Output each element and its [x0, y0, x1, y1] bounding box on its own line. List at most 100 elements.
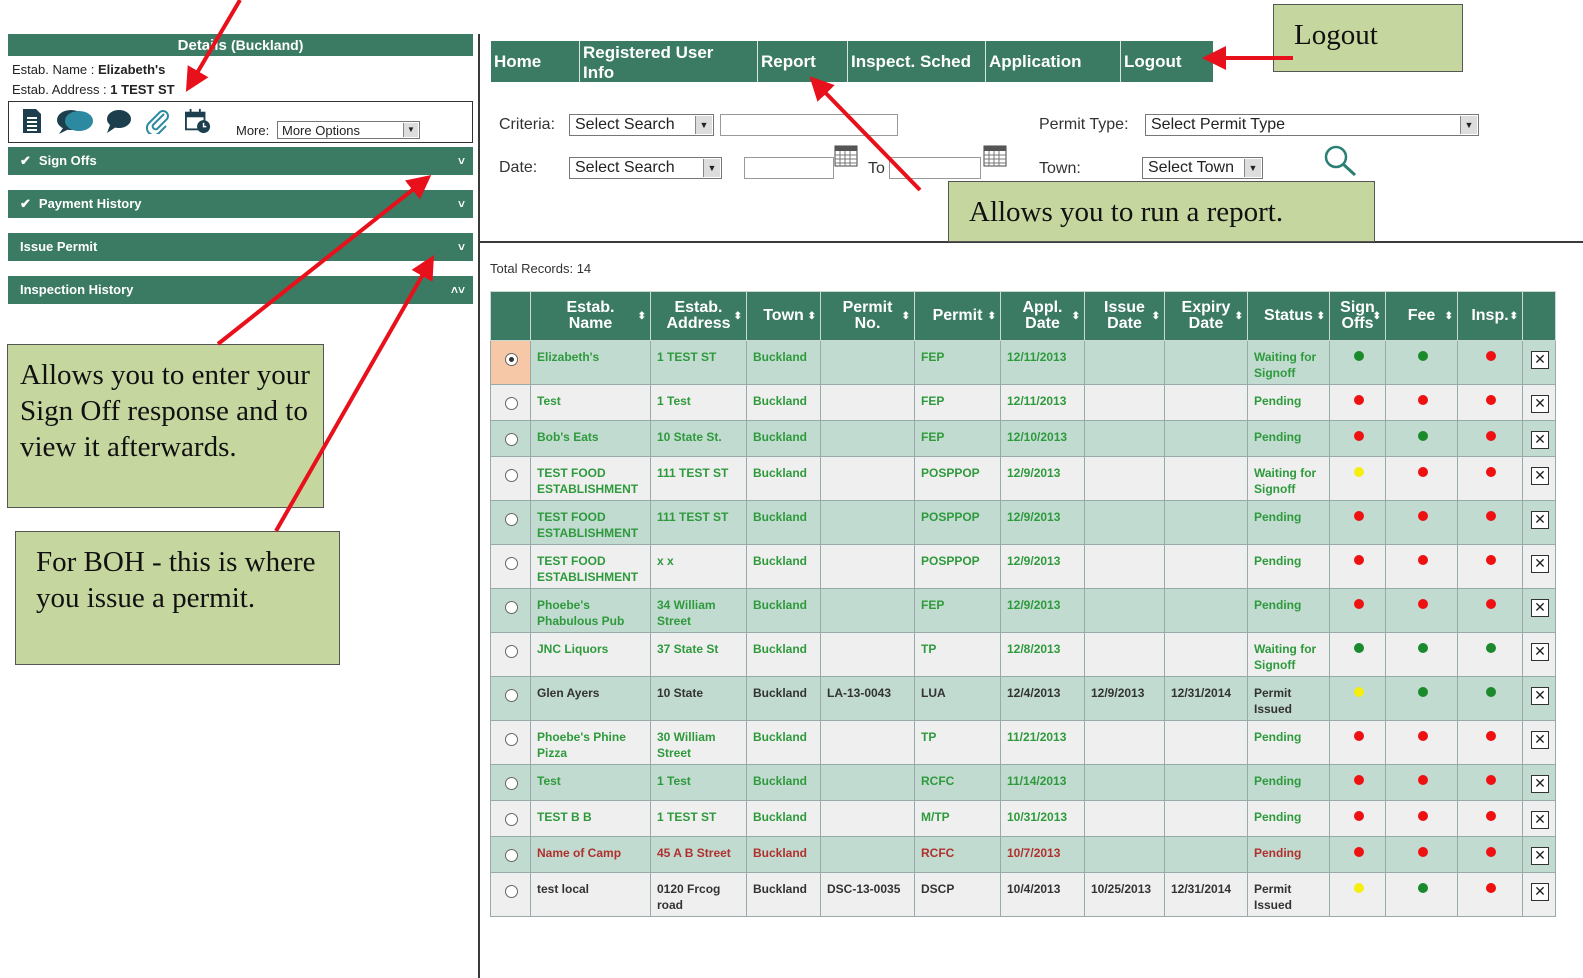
criteria-select[interactable]: Select Search ▼ [569, 114, 714, 136]
table-row[interactable]: TEST FOOD ESTABLISHMENT 111 TEST ST Buckla… [490, 456, 1556, 501]
delete-row-icon[interactable]: ✕ [1531, 883, 1549, 901]
paperclip-icon[interactable] [144, 108, 170, 134]
table-row[interactable]: Test 1 Test Buckland FEP 12/11/2013 Pending ✕ [490, 384, 1556, 421]
row-radio[interactable] [505, 777, 518, 790]
sort-icon: ⬍ [1151, 311, 1160, 322]
delete-row-icon[interactable]: ✕ [1531, 467, 1549, 485]
cell-issue [1084, 836, 1165, 873]
cell-permit-no [820, 836, 915, 873]
cell-appl: 12/4/2013 [1000, 676, 1085, 721]
table-row[interactable]: TEST B B1 TEST ST Buckland M/TP 10/31/2013 P… [490, 800, 1556, 837]
row-radio[interactable] [505, 433, 518, 446]
date-select[interactable]: Select Search ▼ [569, 157, 722, 179]
cell-appl: 10/4/2013 [1000, 872, 1085, 917]
document-icon[interactable] [19, 108, 45, 134]
column-header[interactable]: Appl. Date ⬍ [1000, 291, 1085, 341]
column-header[interactable]: Status ⬍ [1247, 291, 1330, 341]
accordion-sign-offs[interactable]: ✔ Sign Offs ˅ [8, 147, 473, 175]
table-row[interactable]: TEST FOOD ESTABLISHMENT x x Buckland POSPPO… [490, 544, 1556, 589]
delete-row-icon[interactable]: ✕ [1531, 731, 1549, 749]
row-radio[interactable] [505, 513, 518, 526]
cell-expiry [1164, 544, 1248, 589]
delete-row-icon[interactable]: ✕ [1531, 643, 1549, 661]
cell-expiry [1164, 632, 1248, 677]
column-header[interactable]: Permit No. ⬍ [820, 291, 915, 341]
column-header[interactable]: Town ⬍ [746, 291, 821, 341]
date-to-input[interactable] [889, 157, 981, 179]
nav-home[interactable]: Home [491, 41, 580, 82]
row-radio[interactable] [505, 397, 518, 410]
chat-bubbles-icon[interactable] [55, 108, 95, 134]
delete-row-icon[interactable]: ✕ [1531, 847, 1549, 865]
row-select-cell [490, 384, 531, 421]
calendar-icon[interactable] [834, 145, 858, 167]
table-row[interactable]: TEST FOOD ESTABLISHMENT 111 TEST ST Buckla… [490, 500, 1556, 545]
nav-registered-user-info[interactable]: Registered User Info [580, 41, 758, 82]
green-status-dot-icon [1353, 351, 1364, 361]
criteria-input[interactable] [720, 114, 898, 136]
cell-insp-status [1457, 500, 1523, 545]
nav-logout[interactable]: Logout [1121, 41, 1213, 82]
delete-row-icon[interactable]: ✕ [1531, 599, 1549, 617]
column-header[interactable]: Permit ⬍ [914, 291, 1001, 341]
column-header[interactable]: Estab. Name ⬍ [530, 291, 651, 341]
row-radio[interactable] [505, 813, 518, 826]
permit-type-select[interactable]: Select Permit Type ▼ [1145, 114, 1479, 136]
table-row[interactable]: Phoebe's Phine Pizza 30 William Street Buc… [490, 720, 1556, 765]
delete-row-icon[interactable]: ✕ [1531, 775, 1549, 793]
table-row[interactable]: Name of Camp 45 A B Street Buckland RCFC 10/… [490, 836, 1556, 873]
nav-inspect-sched[interactable]: Inspect. Sched [848, 41, 986, 82]
date-from-input[interactable] [744, 157, 834, 179]
row-radio[interactable] [505, 689, 518, 702]
accordion-payment-history[interactable]: ✔ Payment History ˅ [8, 190, 473, 218]
row-radio[interactable] [505, 849, 518, 862]
delete-row-icon[interactable]: ✕ [1531, 555, 1549, 573]
accordion-inspection-history[interactable]: Inspection History ˄˅ [8, 276, 473, 304]
table-row[interactable]: Phoebe's Phabulous Pub 34 William Street B… [490, 588, 1556, 633]
cell-delete: ✕ [1522, 800, 1556, 837]
cell-expiry [1164, 340, 1248, 385]
table-header-row: Estab. Name ⬍ Estab. Address ⬍ Town ⬍ Permit No. ⬍… [490, 291, 1556, 341]
table-row[interactable]: Glen Ayers 10 State Buckland LA-13-0043 LUA 1… [490, 676, 1556, 721]
town-select[interactable]: Select Town ▼ [1142, 157, 1263, 179]
delete-row-icon[interactable]: ✕ [1531, 351, 1549, 369]
row-radio[interactable] [505, 645, 518, 658]
delete-row-icon[interactable]: ✕ [1531, 431, 1549, 449]
search-icon[interactable] [1322, 144, 1358, 178]
nav-report[interactable]: Report [758, 41, 848, 82]
cell-name: TEST B B [530, 800, 651, 837]
red-status-dot-icon [1417, 511, 1428, 521]
cell-name: TEST FOOD ESTABLISHMENT [530, 500, 651, 545]
nav-application[interactable]: Application [986, 41, 1121, 82]
table-row[interactable]: test local 0120 Frcog road Buckland DSC-13-… [490, 872, 1556, 917]
calendar-icon[interactable] [983, 145, 1007, 167]
column-header[interactable]: Fee ⬍ [1385, 291, 1458, 341]
delete-row-icon[interactable]: ✕ [1531, 395, 1549, 413]
row-radio[interactable] [505, 885, 518, 898]
column-header[interactable]: Insp. ⬍ [1457, 291, 1523, 341]
row-radio[interactable] [505, 601, 518, 614]
delete-row-icon[interactable]: ✕ [1531, 687, 1549, 705]
row-radio[interactable] [505, 353, 518, 366]
table-row[interactable]: JNC Liquors 37 State St Buckland TP 12/8/201… [490, 632, 1556, 677]
row-radio[interactable] [505, 469, 518, 482]
column-header[interactable]: Expiry Date ⬍ [1164, 291, 1248, 341]
table-row[interactable]: Bob's Eats 10 State St. Buckland FEP 12/10/2… [490, 420, 1556, 457]
column-header[interactable]: Issue Date ⬍ [1084, 291, 1165, 341]
row-radio[interactable] [505, 733, 518, 746]
more-options-select[interactable]: More Options ▼ [277, 121, 420, 139]
calendar-clock-icon[interactable] [183, 108, 213, 134]
column-header[interactable]: Estab. Address ⬍ [650, 291, 747, 341]
delete-row-icon[interactable]: ✕ [1531, 811, 1549, 829]
table-row[interactable]: Test 1 Test Buckland RCFC 11/14/2013 Pending ✕ [490, 764, 1556, 801]
table-row[interactable]: Elizabeth's 1 TEST ST Buckland FEP 12/11/201… [490, 340, 1556, 385]
cell-delete: ✕ [1522, 764, 1556, 801]
comment-icon[interactable] [105, 108, 131, 134]
cell-issue [1084, 340, 1165, 385]
row-radio[interactable] [505, 557, 518, 570]
delete-row-icon[interactable]: ✕ [1531, 511, 1549, 529]
accordion-issue-permit[interactable]: Issue Permit ˅ [8, 233, 473, 261]
cell-address: 45 A B Street [650, 836, 747, 873]
column-header[interactable]: Sign Offs ⬍ [1329, 291, 1386, 341]
green-status-dot-icon [1417, 643, 1428, 653]
